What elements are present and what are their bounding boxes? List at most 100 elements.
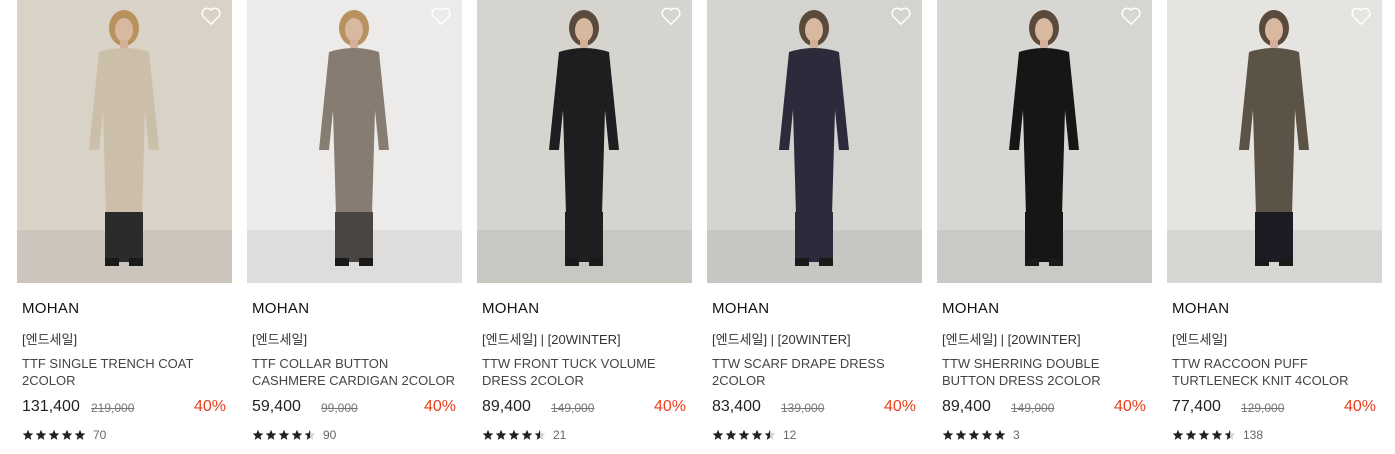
star-icon: [495, 429, 507, 440]
star-icon: [942, 429, 954, 440]
review-count: 3: [1013, 428, 1020, 442]
star-icon: [764, 429, 776, 440]
original-price: 129,000: [1241, 401, 1285, 415]
rating: 90: [252, 428, 336, 442]
original-price: 149,000: [551, 401, 595, 415]
star-icon: [1198, 429, 1210, 440]
star-rating: [252, 429, 317, 441]
review-count: 12: [783, 428, 797, 442]
product-card-6[interactable]: MOHAN [엔드세일] TTW RACCOON PUFF TURTLENECK…: [1167, 0, 1382, 442]
woman-in-black-button-dress: [937, 0, 1152, 283]
discount-rate: 40%: [423, 398, 456, 415]
original-price: 219,000: [91, 401, 135, 415]
product-card-5[interactable]: MOHAN [엔드세일] | [20WINTER] TTW SHERRING D…: [937, 0, 1152, 442]
star-rating: [712, 429, 777, 441]
star-icon: [482, 429, 494, 440]
star-icon: [712, 429, 724, 440]
review-count: 70: [93, 428, 107, 442]
brand-name[interactable]: MOHAN: [1172, 300, 1229, 317]
product-card-4[interactable]: MOHAN [엔드세일] | [20WINTER] TTW SCARF DRAP…: [707, 0, 922, 442]
product-name[interactable]: TTW FRONT TUCK VOLUME DRESS 2COLOR: [482, 355, 692, 389]
star-icon: [61, 429, 73, 440]
sale-price: 89,400: [942, 398, 991, 415]
sale-tags: [엔드세일] | [20WINTER]: [712, 332, 851, 347]
star-rating: [1172, 429, 1237, 441]
heart-outline-icon[interactable]: [200, 6, 222, 26]
original-price: 149,000: [1011, 401, 1055, 415]
sale-tags: [엔드세일] | [20WINTER]: [482, 332, 621, 347]
star-icon: [955, 429, 967, 440]
woman-in-taupe-cardigan: [247, 0, 462, 283]
star-rating: [942, 429, 1007, 441]
heart-outline-icon[interactable]: [660, 6, 682, 26]
brand-name[interactable]: MOHAN: [942, 300, 999, 317]
star-rating: [482, 429, 547, 441]
product-name[interactable]: TTF SINGLE TRENCH COAT 2COLOR: [22, 355, 232, 389]
star-icon: [508, 429, 520, 440]
review-count: 90: [323, 428, 337, 442]
sale-tags: [엔드세일]: [252, 332, 308, 347]
discount-rate: 40%: [193, 398, 226, 415]
discount-rate: 40%: [1113, 398, 1146, 415]
star-icon: [1172, 429, 1184, 440]
rating: 12: [712, 428, 796, 442]
discount-rate: 40%: [1343, 398, 1376, 415]
sale-tags: [엔드세일] | [20WINTER]: [942, 332, 1081, 347]
star-icon: [534, 429, 546, 440]
discount-rate: 40%: [653, 398, 686, 415]
heart-outline-icon[interactable]: [890, 6, 912, 26]
product-name[interactable]: TTW SHERRING DOUBLE BUTTON DRESS 2COLOR: [942, 355, 1152, 389]
sale-price: 131,400: [22, 398, 80, 415]
star-rating: [22, 429, 87, 441]
star-icon: [48, 429, 60, 440]
sale-tags: [엔드세일]: [1172, 332, 1228, 347]
product-photo[interactable]: [17, 0, 232, 283]
star-icon: [252, 429, 264, 440]
product-card-3[interactable]: MOHAN [엔드세일] | [20WINTER] TTW FRONT TUCK…: [477, 0, 692, 442]
product-card-2[interactable]: MOHAN [엔드세일] TTF COLLAR BUTTON CASHMERE …: [247, 0, 462, 442]
star-icon: [304, 429, 316, 440]
star-icon: [994, 429, 1006, 440]
product-name[interactable]: TTF COLLAR BUTTON CASHMERE CARDIGAN 2COL…: [252, 355, 462, 389]
product-photo[interactable]: [707, 0, 922, 283]
product-photo[interactable]: [247, 0, 462, 283]
brand-name[interactable]: MOHAN: [252, 300, 309, 317]
heart-outline-icon[interactable]: [1120, 6, 1142, 26]
product-name[interactable]: TTW SCARF DRAPE DRESS 2COLOR: [712, 355, 922, 389]
product-card-1[interactable]: MOHAN [엔드세일] TTF SINGLE TRENCH COAT 2COL…: [17, 0, 232, 442]
star-icon: [1185, 429, 1197, 440]
product-grid: MOHAN [엔드세일] TTF SINGLE TRENCH COAT 2COL…: [0, 0, 1395, 454]
original-price: 99,000: [321, 401, 358, 415]
star-icon: [22, 429, 34, 440]
woman-in-black-volume-dress: [477, 0, 692, 283]
star-icon: [278, 429, 290, 440]
star-icon: [1224, 429, 1236, 440]
star-icon: [968, 429, 980, 440]
rating: 21: [482, 428, 566, 442]
product-photo[interactable]: [1167, 0, 1382, 283]
brand-name[interactable]: MOHAN: [712, 300, 769, 317]
star-icon: [738, 429, 750, 440]
product-photo[interactable]: [477, 0, 692, 283]
rating: 3: [942, 428, 1020, 442]
star-icon: [74, 429, 86, 440]
heart-outline-icon[interactable]: [1350, 6, 1372, 26]
woman-in-khaki-turtleneck-knit: [1167, 0, 1382, 283]
star-icon: [291, 429, 303, 440]
star-icon: [1211, 429, 1223, 440]
brand-name[interactable]: MOHAN: [482, 300, 539, 317]
review-count: 21: [553, 428, 567, 442]
woman-in-navy-drape-dress: [707, 0, 922, 283]
original-price: 139,000: [781, 401, 825, 415]
star-icon: [265, 429, 277, 440]
heart-outline-icon[interactable]: [430, 6, 452, 26]
product-name[interactable]: TTW RACCOON PUFF TURTLENECK KNIT 4COLOR: [1172, 355, 1382, 389]
rating: 70: [22, 428, 106, 442]
star-icon: [521, 429, 533, 440]
review-count: 138: [1243, 428, 1264, 442]
star-icon: [725, 429, 737, 440]
product-photo[interactable]: [937, 0, 1152, 283]
sale-price: 59,400: [252, 398, 301, 415]
sale-price: 77,400: [1172, 398, 1221, 415]
brand-name[interactable]: MOHAN: [22, 300, 79, 317]
